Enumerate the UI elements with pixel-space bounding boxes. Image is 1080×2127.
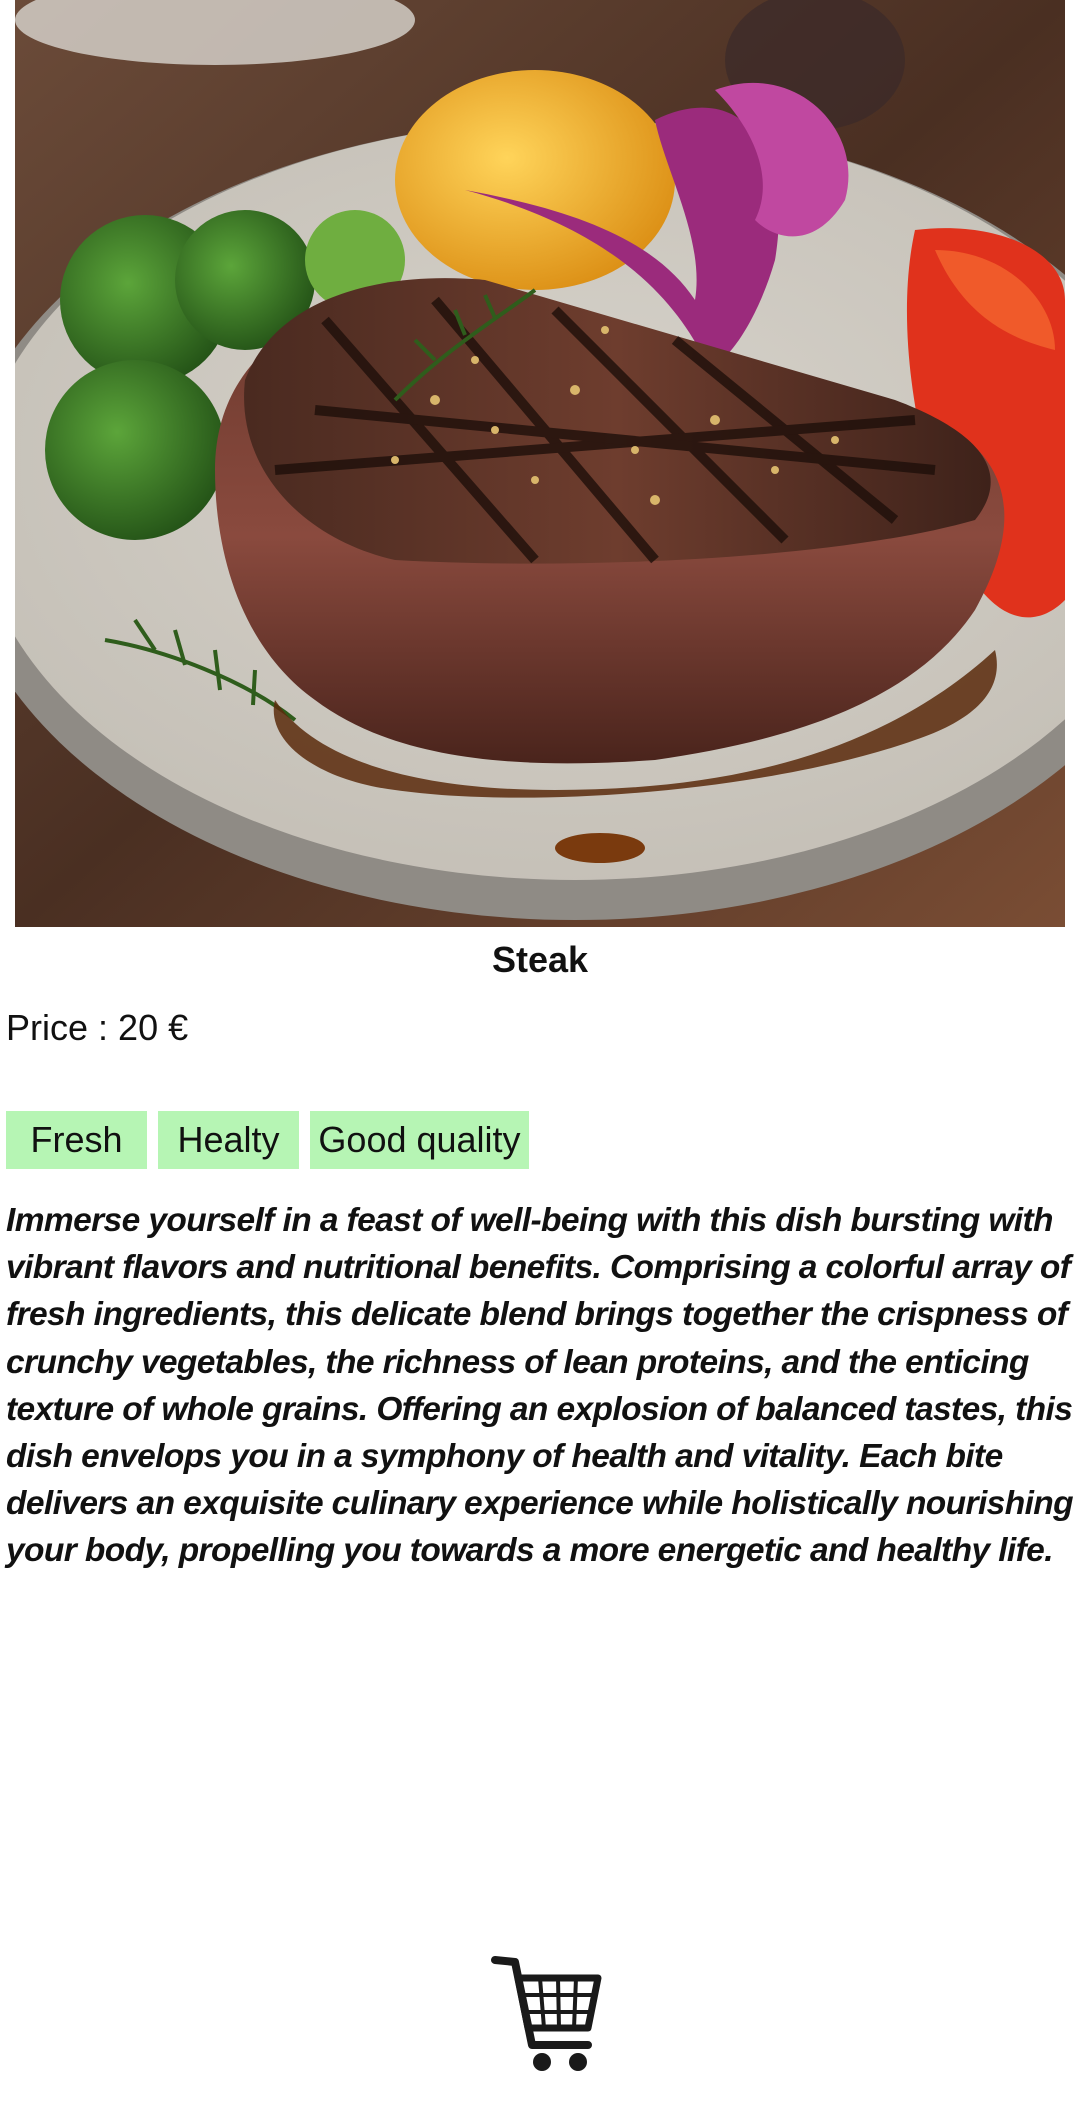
shopping-cart-icon (470, 1930, 610, 2080)
product-image (15, 0, 1065, 927)
add-to-cart-button[interactable] (470, 1930, 610, 2080)
tag-healthy: Healty (158, 1111, 299, 1169)
tag-fresh: Fresh (6, 1111, 147, 1169)
price-label: Price : (6, 1007, 109, 1048)
price-value: 20 € (118, 1007, 189, 1048)
product-description: Immerse yourself in a feast of well-bein… (6, 1202, 1074, 1570)
steak-photo (15, 0, 1065, 927)
product-price: Price : 20 € (6, 1003, 188, 1053)
tag-good-quality: Good quality (310, 1111, 529, 1169)
product-title: Steak (491, 939, 589, 980)
